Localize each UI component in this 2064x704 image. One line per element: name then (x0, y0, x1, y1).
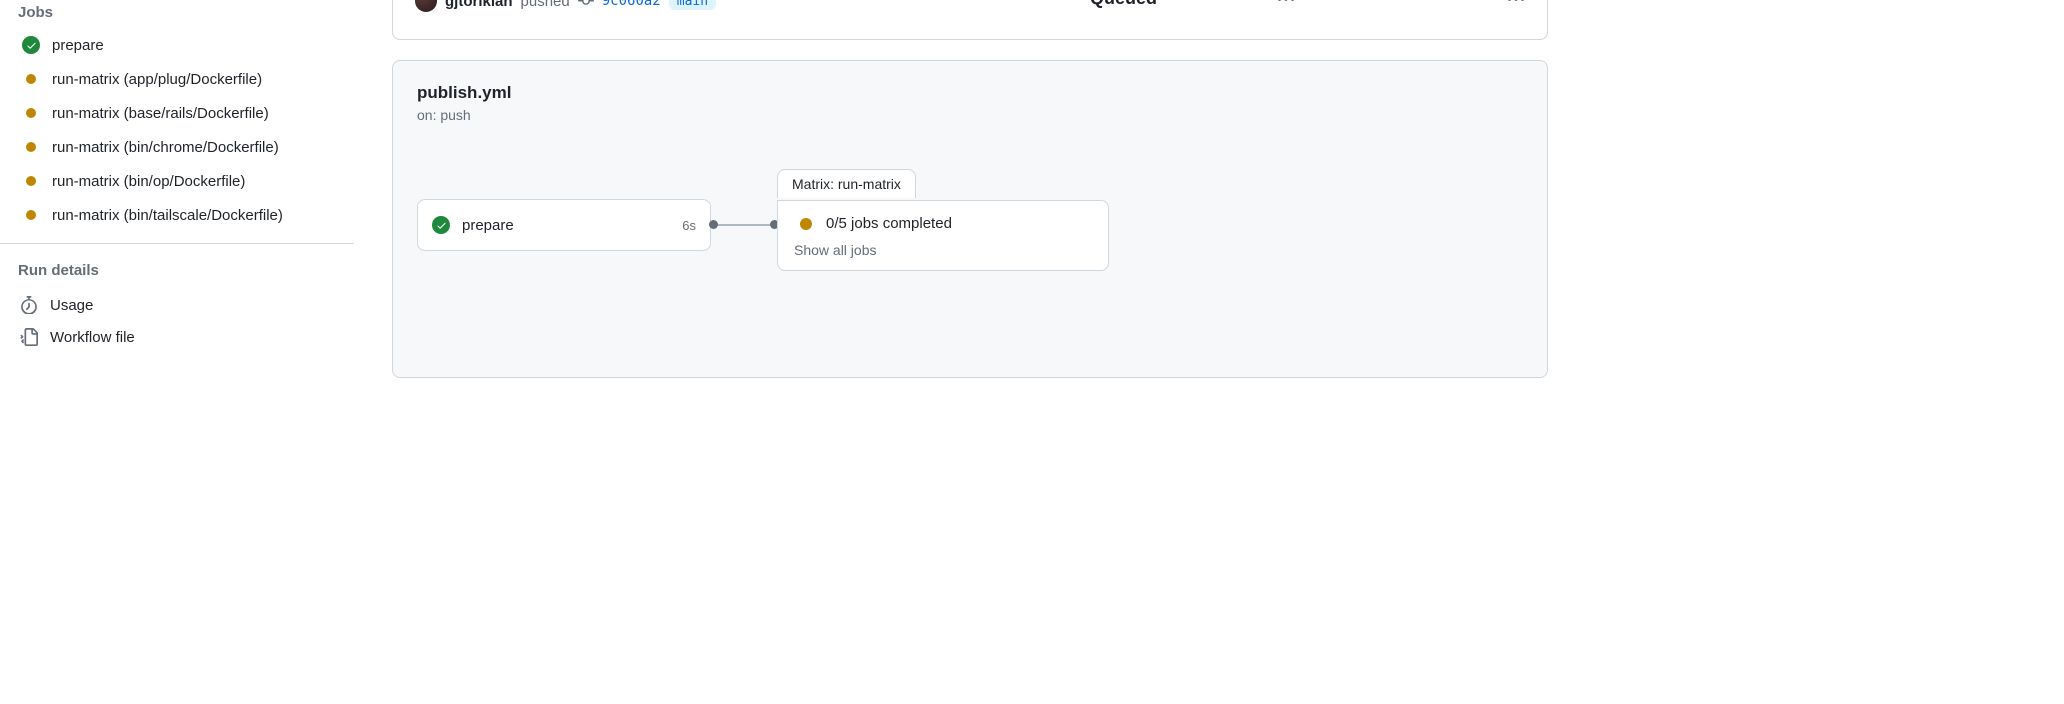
workflow-file-name: publish.yml (417, 83, 1523, 103)
job-item-prepare[interactable]: prepare (18, 29, 336, 61)
more-actions-button[interactable] (1507, 0, 1525, 9)
file-code-icon (20, 328, 38, 346)
node-label: prepare (462, 217, 670, 234)
matrix-status-text: 0/5 jobs completed (826, 215, 952, 232)
pending-dot-icon (22, 104, 40, 122)
commit-sha-link[interactable]: 9c060a2 (602, 0, 661, 9)
job-label: run-matrix (bin/chrome/Dockerfile) (52, 139, 279, 156)
workflow-graph[interactable]: publish.yml on: push prepare 6s Matrix: … (392, 60, 1548, 378)
status-label: Queued (1090, 0, 1157, 9)
graph-node-prepare[interactable]: prepare 6s (417, 199, 711, 251)
sidebar: Jobs prepare run-matrix (app/plug/Docker… (0, 0, 348, 528)
job-label: run-matrix (bin/tailscale/Dockerfile) (52, 207, 283, 224)
pending-dot-icon (22, 172, 40, 190)
job-label: run-matrix (app/plug/Dockerfile) (52, 71, 262, 88)
job-item-matrix-2[interactable]: run-matrix (base/rails/Dockerfile) (18, 97, 336, 129)
usage-label: Usage (50, 297, 93, 314)
rerun-menu-button[interactable] (1277, 0, 1295, 9)
job-item-matrix-4[interactable]: run-matrix (bin/op/Dockerfile) (18, 165, 336, 197)
matrix-tab-label: Matrix: run-matrix (777, 169, 916, 198)
workflow-trigger: on: push (417, 107, 1523, 123)
stopwatch-icon (20, 296, 38, 314)
jobs-heading: Jobs (18, 0, 336, 29)
action-text: pushed (521, 0, 570, 10)
job-item-matrix-5[interactable]: run-matrix (bin/tailscale/Dockerfile) (18, 199, 336, 231)
graph-connector (711, 224, 777, 226)
pending-dot-icon (800, 218, 812, 230)
job-list: prepare run-matrix (app/plug/Dockerfile)… (18, 29, 336, 231)
node-duration: 6s (682, 218, 696, 233)
pending-dot-icon (22, 206, 40, 224)
branch-badge[interactable]: main (669, 0, 716, 10)
summary-right: Queued (1090, 0, 1525, 9)
job-label: run-matrix (base/rails/Dockerfile) (52, 105, 269, 122)
run-summary-box: gjtorikian pushed 9c060a2 main Queued (392, 0, 1548, 40)
job-label: prepare (52, 37, 104, 54)
main-content: gjtorikian pushed 9c060a2 main Queued (348, 0, 1548, 528)
git-commit-icon (578, 0, 594, 9)
workflow-file-label: Workflow file (50, 329, 135, 346)
check-circle-icon (22, 36, 40, 54)
user-link[interactable]: gjtorikian (445, 0, 513, 10)
avatar[interactable] (415, 0, 437, 12)
graph-node-matrix[interactable]: 0/5 jobs completed Show all jobs (777, 200, 1109, 271)
pending-dot-icon (22, 138, 40, 156)
usage-link[interactable]: Usage (18, 289, 336, 321)
summary-left: gjtorikian pushed 9c060a2 main (415, 0, 716, 12)
sidebar-divider (0, 243, 354, 244)
rundetails-heading: Run details (18, 262, 336, 289)
show-all-jobs-link[interactable]: Show all jobs (794, 242, 1092, 258)
check-circle-icon (432, 216, 450, 234)
pending-dot-icon (22, 70, 40, 88)
workflow-file-link[interactable]: Workflow file (18, 321, 336, 353)
job-item-matrix-3[interactable]: run-matrix (bin/chrome/Dockerfile) (18, 131, 336, 163)
job-item-matrix-1[interactable]: run-matrix (app/plug/Dockerfile) (18, 63, 336, 95)
graph-area: prepare 6s Matrix: run-matrix 0/5 jobs c… (417, 179, 1523, 319)
job-label: run-matrix (bin/op/Dockerfile) (52, 173, 245, 190)
